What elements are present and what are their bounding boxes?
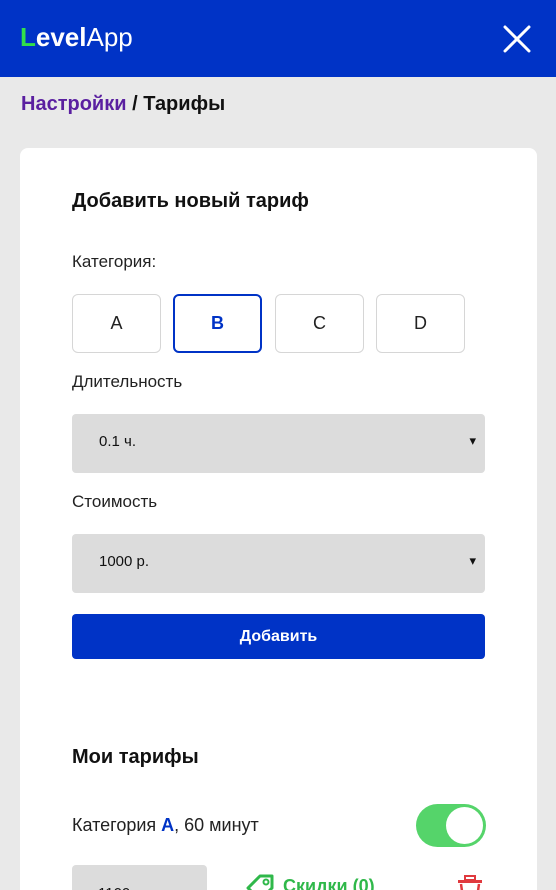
discounts-button[interactable]: Скидки (0): [245, 874, 375, 890]
add-tariff-title: Добавить новый тариф: [72, 190, 309, 212]
cost-label: Стоимость: [72, 492, 158, 511]
my-tariffs-title: Мои тарифы: [72, 746, 199, 768]
discounts-label: Скидки (0): [283, 875, 375, 890]
app-logo: LevelApp: [20, 22, 133, 52]
breadcrumb: Настройки / Тарифы: [21, 93, 225, 116]
toggle-knob: [446, 807, 483, 844]
dropdown-arrow-icon: ▾: [469, 433, 476, 448]
tariff-category-letter: A: [161, 815, 175, 835]
close-icon[interactable]: [500, 22, 534, 56]
duration-select[interactable]: 0.1 ч. ▾: [72, 414, 485, 473]
tag-icon: [246, 874, 274, 890]
tariff-price-value: 1100: [98, 885, 130, 890]
duration-value: 0.1 ч.: [99, 433, 137, 450]
category-option-a[interactable]: A: [72, 294, 161, 353]
tariff-enabled-toggle[interactable]: [416, 804, 486, 847]
cost-select[interactable]: 1000 р. ▾: [72, 534, 485, 593]
category-option-b[interactable]: B: [173, 294, 262, 353]
category-label: Категория:: [72, 252, 157, 271]
top-bar: LevelApp: [0, 0, 556, 77]
category-option-d[interactable]: D: [376, 294, 465, 353]
breadcrumb-separator: /: [132, 93, 138, 115]
add-tariff-button[interactable]: Добавить: [72, 614, 485, 659]
tariff-description: Категория A, 60 минут: [72, 815, 259, 835]
tariff-price-field[interactable]: 1100: [72, 865, 207, 890]
dropdown-arrow-icon: ▾: [469, 553, 476, 568]
breadcrumb-current: Тарифы: [143, 93, 226, 115]
cost-value: 1000 р.: [99, 553, 150, 570]
breadcrumb-settings-link[interactable]: Настройки: [21, 93, 127, 115]
delete-icon[interactable]: [455, 874, 485, 890]
duration-label: Длительность: [72, 372, 183, 391]
category-option-c[interactable]: C: [275, 294, 364, 353]
